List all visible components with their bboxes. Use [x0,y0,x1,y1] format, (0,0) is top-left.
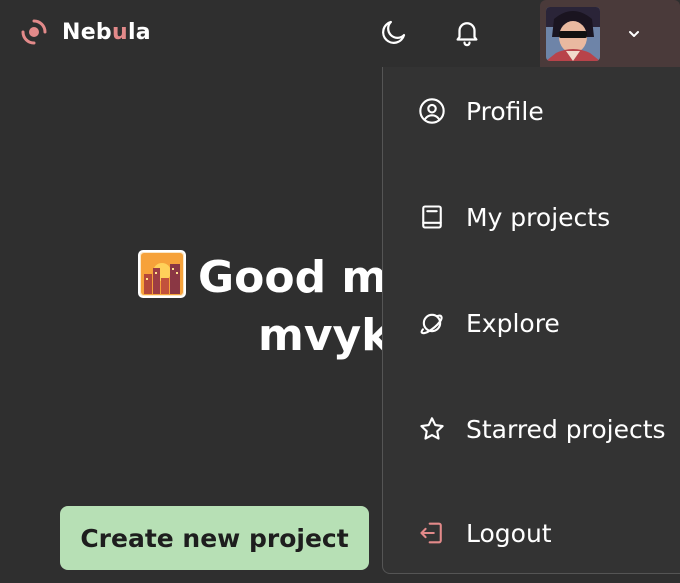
menu-item-label: Explore [466,308,560,338]
theme-toggle-button[interactable] [378,16,410,48]
menu-item-my-projects[interactable]: My projects [383,187,680,247]
menu-item-profile[interactable]: Profile [383,81,680,141]
logout-icon [418,519,446,547]
menu-item-label: Logout [466,518,552,548]
star-icon [418,415,446,443]
greeting-heading: Good m [138,250,387,306]
chevron-down-icon [629,30,639,37]
menu-item-logout[interactable]: Logout [383,503,680,563]
brand-name: Nebula [62,19,151,45]
greeting-line1: Good m [198,252,388,303]
create-new-project-button[interactable]: Create new project [60,506,369,570]
book-icon [418,203,446,231]
sunset-city-emoji [138,250,186,298]
menu-item-label: My projects [466,202,611,232]
user-circle-icon [418,97,446,125]
planet-icon [418,309,446,337]
account-menu-button[interactable] [540,0,680,67]
greeting-line2: mvyk [258,310,391,361]
menu-item-label: Profile [466,96,544,126]
menu-item-label: Starred projects [466,414,666,444]
moon-icon [382,20,406,44]
app-page: Nebula Good m mvyk Create new project Pr… [0,0,680,583]
nebula-logo-icon [21,19,47,45]
bell-icon [456,22,478,47]
menu-item-explore[interactable]: Explore [383,293,680,353]
menu-item-starred-projects[interactable]: Starred projects [383,399,680,459]
notifications-button[interactable] [451,16,483,48]
avatar [546,6,600,61]
brand[interactable]: Nebula [20,18,151,46]
account-dropdown-menu: Profile My projects Explore Starred proj… [382,67,680,574]
